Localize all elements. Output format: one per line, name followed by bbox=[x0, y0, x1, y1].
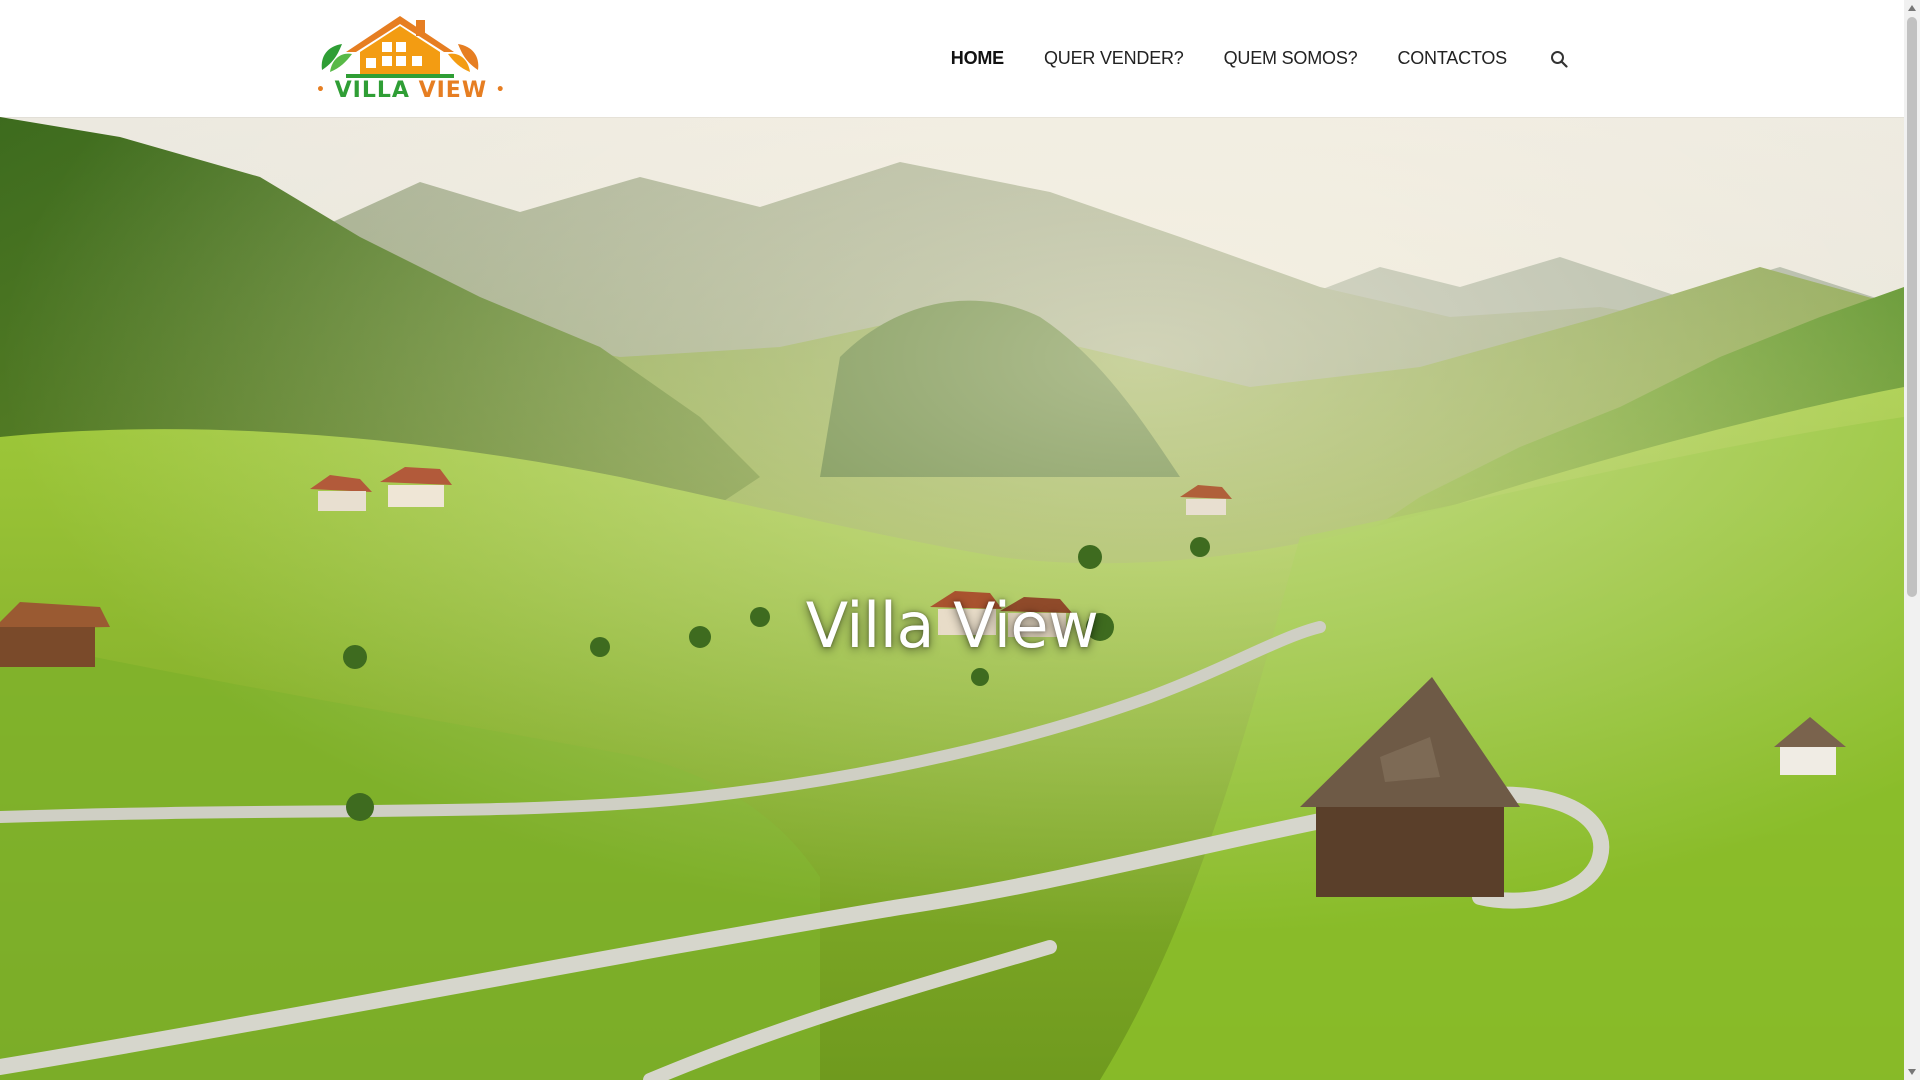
scroll-down-button[interactable] bbox=[1904, 1064, 1920, 1080]
page-scrollbar[interactable] bbox=[1904, 0, 1920, 1080]
hero-title: Villa View bbox=[805, 588, 1099, 662]
nav-quem-somos[interactable]: QUEM SOMOS? bbox=[1224, 48, 1358, 69]
nav-home[interactable]: HOME bbox=[951, 48, 1004, 69]
search-icon bbox=[1551, 50, 1568, 68]
search-button[interactable] bbox=[1547, 47, 1571, 71]
nav-contactos[interactable]: CONTACTOS bbox=[1397, 48, 1507, 69]
nav-quer-vender[interactable]: QUER VENDER? bbox=[1044, 48, 1184, 69]
main-nav: HOME QUER VENDER? QUEM SOMOS? CONTACTOS bbox=[911, 0, 1571, 117]
logo[interactable]: • VILLA VIEW • bbox=[316, 12, 505, 104]
scroll-up-button[interactable] bbox=[1904, 0, 1920, 16]
hero-section: Villa View bbox=[0, 117, 1904, 1080]
logo-bullet-left: • bbox=[316, 82, 326, 98]
logo-text-view: VIEW bbox=[418, 78, 488, 103]
site-header: • VILLA VIEW • HOME QUER VENDER? QUEM SO… bbox=[0, 0, 1904, 117]
house-logo-icon bbox=[321, 16, 479, 78]
arrow-up-icon bbox=[1908, 5, 1916, 11]
arrow-down-icon bbox=[1908, 1069, 1916, 1075]
logo-bullet-right: • bbox=[495, 82, 506, 98]
logo-wordmark: • VILLA VIEW • bbox=[316, 78, 505, 103]
logo-text-villa: VILLA bbox=[334, 78, 410, 103]
scroll-thumb[interactable] bbox=[1907, 17, 1917, 597]
